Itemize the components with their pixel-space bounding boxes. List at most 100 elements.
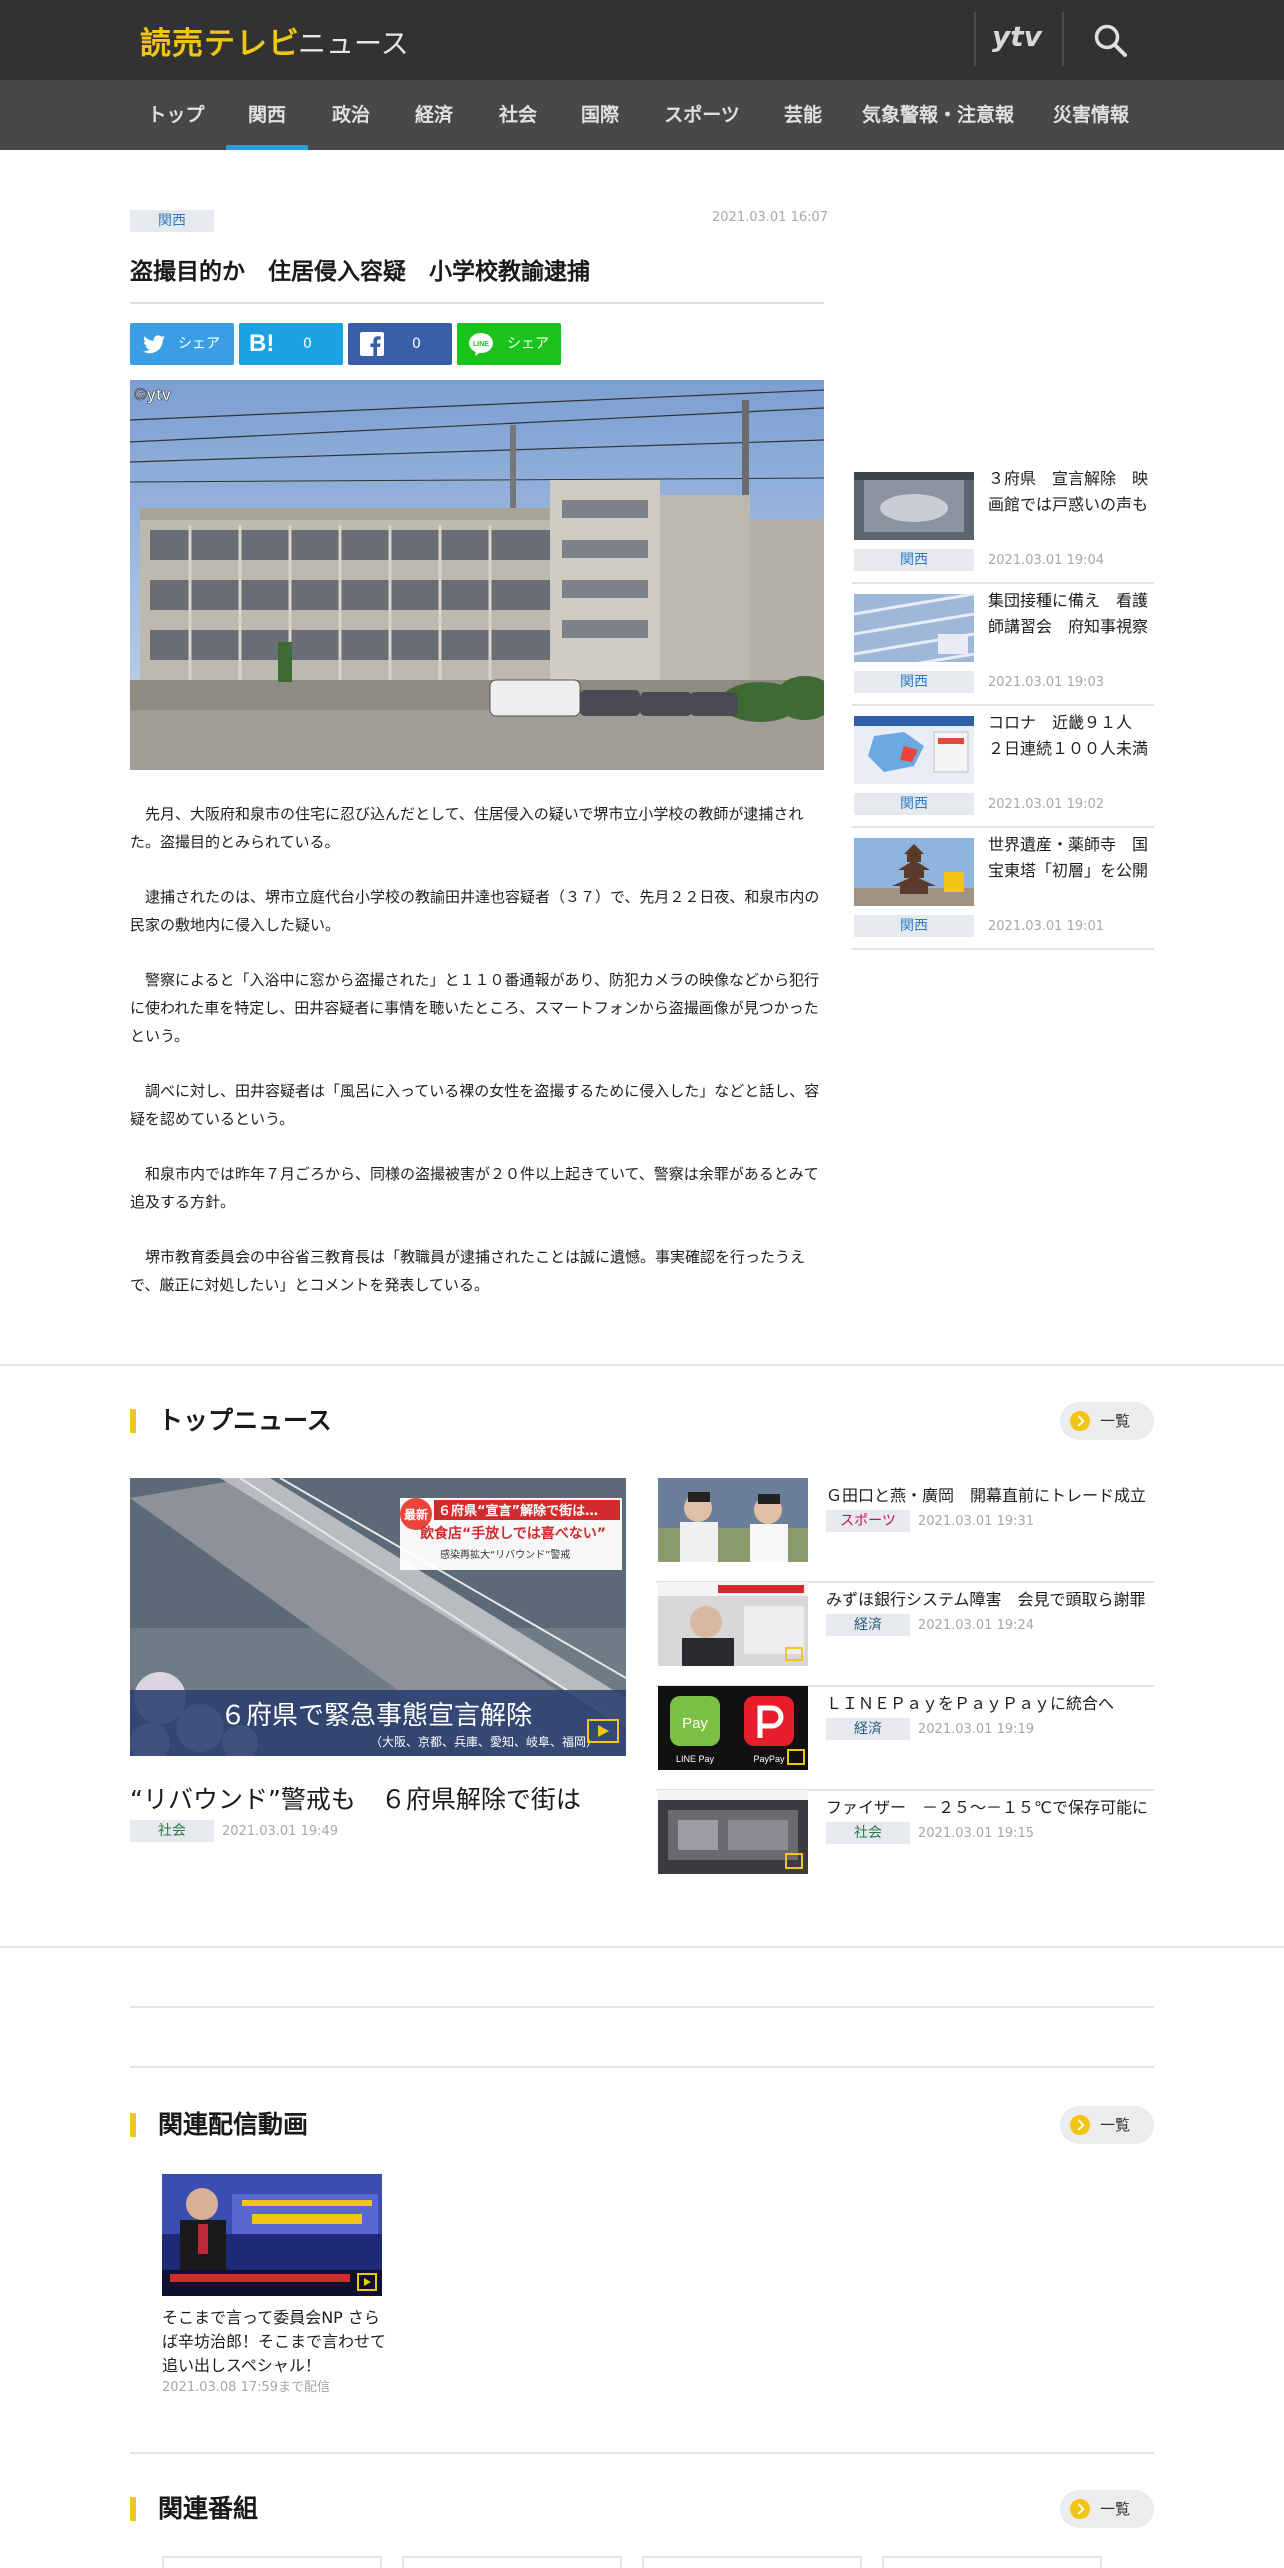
more-label: 一覧	[1100, 1412, 1131, 1430]
paypay-caption: PayPay	[753, 1754, 785, 1764]
article-body: 先月、大阪府和泉市の住宅に忍び込んだとして、住居侵入の疑いで堺市立小学校の教師が…	[130, 800, 824, 1326]
article-title: 盗撮目的か 住居侵入容疑 小学校教諭逮捕	[130, 259, 590, 285]
site-header: 読売テレビ ニュース ytv	[0, 0, 1284, 80]
twitter-share-label: シェア	[178, 336, 220, 352]
search-icon[interactable]	[1092, 22, 1128, 58]
site-logo-sub[interactable]: ニュース	[298, 22, 409, 62]
image-caption: ６府県で緊急事態宣言解除	[220, 1701, 532, 1731]
nav-item-entertainment[interactable]: 芸能	[772, 80, 834, 150]
top-news-title: トップニュース	[158, 1406, 332, 1435]
sidebar-news-date: 2021.03.01 19:03	[988, 675, 1105, 690]
top-news-item-title[interactable]: ファイザー －２５～－１５℃で保存可能に	[826, 1794, 1148, 1818]
sidebar-news-item[interactable]: 集団接種に備え 看護師講習会 府知事視察 関西 2021.03.01 19:03	[852, 584, 1154, 706]
nav-item-sports[interactable]: スポーツ	[658, 80, 746, 150]
sidebar-news-title[interactable]: ３府県 宣言解除 映画館では戸惑いの声も	[988, 466, 1156, 518]
news-thumbnail[interactable]	[854, 594, 974, 662]
news-thumbnail[interactable]	[658, 1582, 808, 1666]
sidebar-news-title[interactable]: 集団接種に備え 看護師講習会 府知事視察	[988, 588, 1156, 640]
article-paragraph: 調べに対し、田井容疑者は「風呂に入っている裸の女性を盗撮するために侵入した」など…	[130, 1082, 820, 1128]
top-news-item-date: 2021.03.01 19:31	[918, 1514, 1035, 1529]
nav-item-society[interactable]: 社会	[488, 80, 548, 150]
related-videos-more-button[interactable]: 一覧	[1060, 2106, 1154, 2144]
top-news-item-category[interactable]: 経済	[826, 1718, 910, 1740]
top-news-main-date: 2021.03.01 19:49	[222, 1824, 339, 1839]
news-thumbnail[interactable]	[658, 1790, 808, 1874]
twitter-icon	[143, 335, 165, 354]
nav-item-politics[interactable]: 政治	[322, 80, 380, 150]
top-news-item-category[interactable]: スポーツ	[826, 1510, 910, 1532]
news-thumbnail[interactable]	[854, 716, 974, 784]
top-news-item[interactable]: みずほ銀行システム障害 会見で頭取ら謝罪 経済 2021.03.01 19:24	[656, 1582, 1154, 1687]
image-banner-line2: 飲食店“手放しでは喜べない”	[419, 1525, 606, 1542]
related-video-thumbnail[interactable]	[162, 2174, 382, 2296]
image-banner-tag: 最新	[404, 1507, 428, 1522]
line-share-button[interactable]: LINE シェア	[457, 323, 561, 365]
top-news-item[interactable]: Pay LINE Pay PayPay ＬＩＮＥＰａｙをＰａｙＰａｙに統合へ 経済 …	[656, 1686, 1154, 1791]
related-video-availability: 2021.03.08 17:59まで配信	[162, 2380, 331, 2395]
facebook-count: 0	[412, 336, 421, 352]
sidebar-news-item[interactable]: 世界遺産・薬師寺 国宝東塔「初層」を公開 関西 2021.03.01 19:01	[852, 828, 1154, 950]
sidebar-news-category[interactable]: 関西	[854, 671, 974, 693]
news-thumbnail[interactable]: Pay LINE Pay PayPay	[658, 1686, 808, 1770]
sidebar-news-title[interactable]: 世界遺産・薬師寺 国宝東塔「初層」を公開	[988, 832, 1156, 884]
nav-item-top[interactable]: トップ	[140, 80, 212, 150]
article-paragraph: 逮捕されたのは、堺市立庭代台小学校の教諭田井達也容疑者（３７）で、先月２２日夜、…	[130, 888, 820, 934]
facebook-share-button[interactable]: 0	[348, 323, 452, 365]
article-photo: ©ytv	[130, 380, 824, 770]
sidebar-news-category[interactable]: 関西	[854, 549, 974, 571]
top-news-main-image[interactable]: 最新 ６府県“宣言”解除で街は… 飲食店“手放しでは喜べない” 感染再拡大“リバ…	[130, 1478, 626, 1756]
sidebar-news-category[interactable]: 関西	[854, 793, 974, 815]
sidebar-news-item[interactable]: コロナ 近畿９１人 ２日連続１００人未満 関西 2021.03.01 19:02	[852, 706, 1154, 828]
line-icon: LINE	[469, 333, 493, 356]
article-category-badge[interactable]: 関西	[130, 210, 214, 232]
nav-item-international[interactable]: 国際	[570, 80, 630, 150]
related-program-card[interactable]	[402, 2556, 622, 2568]
header-divider	[974, 12, 976, 66]
main-nav: トップ 関西 政治 経済 社会 国際 スポーツ 芸能 気象警報・注意報 災害情報	[0, 80, 1284, 150]
image-banner-line3: 感染再拡大“リバウンド”警戒	[440, 1548, 570, 1561]
nav-item-disaster[interactable]: 災害情報	[1042, 80, 1140, 150]
hatena-icon: B!	[249, 330, 275, 357]
top-news-item-title[interactable]: Ｇ田口と燕・廣岡 開幕直前にトレード成立	[826, 1482, 1146, 1506]
section-divider	[0, 1364, 1284, 1366]
news-thumbnail[interactable]	[854, 838, 974, 906]
nav-item-weather-alerts[interactable]: 気象警報・注意報	[862, 80, 1014, 150]
related-programs-more-button[interactable]: 一覧	[1060, 2490, 1154, 2528]
top-news-main-category[interactable]: 社会	[130, 1820, 214, 1842]
chevron-right-icon	[1070, 1411, 1090, 1431]
related-video-title[interactable]: そこまで言って委員会NP さらば辛坊治郎！そこまで言わせて追い出しスペシャル！	[162, 2306, 386, 2378]
section-divider	[0, 1946, 1284, 1948]
top-news-main-title[interactable]: “リバウンド”警戒も ６府県解除で街は	[130, 1780, 581, 1816]
related-program-card[interactable]	[882, 2556, 1102, 2568]
top-news-item[interactable]: Ｇ田口と燕・廣岡 開幕直前にトレード成立 スポーツ 2021.03.01 19:…	[656, 1478, 1154, 1583]
heading-accent-bar	[130, 1409, 136, 1433]
more-label: 一覧	[1100, 2500, 1131, 2518]
related-program-card[interactable]	[162, 2556, 382, 2568]
article-paragraph: 和泉市内では昨年７月ごろから、同様の盗撮被害が２０件以上起きていて、警察は余罪が…	[130, 1165, 819, 1211]
article-paragraph: 堺市教育委員会の中谷省三教育長は「教職員が逮捕されたことは誠に遺憾。事実確認を行…	[130, 1248, 806, 1294]
sidebar-news-title[interactable]: コロナ 近畿９１人 ２日連続１００人未満	[988, 710, 1156, 762]
hatena-bookmark-button[interactable]: B! 0	[239, 323, 343, 365]
line-pay-caption: LINE Pay	[676, 1754, 715, 1764]
twitter-share-button[interactable]: シェア	[130, 323, 234, 365]
image-caption-sub: （大阪、京都、兵庫、愛知、岐阜、福岡）	[370, 1734, 598, 1749]
top-news-more-button[interactable]: 一覧	[1060, 1402, 1154, 1440]
section-divider	[130, 2006, 1154, 2008]
svg-text:LINE: LINE	[473, 341, 489, 348]
site-logo[interactable]: 読売テレビ	[140, 18, 300, 63]
related-program-card[interactable]	[642, 2556, 862, 2568]
ytv-logo-link[interactable]: ytv	[992, 20, 1042, 53]
top-news-item[interactable]: ファイザー －２５～－１５℃で保存可能に 社会 2021.03.01 19:15	[656, 1790, 1154, 1895]
sidebar-news-item[interactable]: ３府県 宣言解除 映画館では戸惑いの声も 関西 2021.03.01 19:04	[852, 462, 1154, 584]
news-thumbnail[interactable]	[854, 472, 974, 540]
line-pay-logo: Pay	[682, 1715, 708, 1732]
top-news-item-category[interactable]: 社会	[826, 1822, 910, 1844]
top-news-item-category[interactable]: 経済	[826, 1614, 910, 1636]
top-news-item-title[interactable]: ＬＩＮＥＰａｙをＰａｙＰａｙに統合へ	[826, 1690, 1114, 1714]
top-news-item-title[interactable]: みずほ銀行システム障害 会見で頭取ら謝罪	[826, 1586, 1146, 1610]
sidebar-news-category[interactable]: 関西	[854, 915, 974, 937]
nav-item-kansai[interactable]: 関西	[226, 80, 308, 150]
sidebar-news-date: 2021.03.01 19:04	[988, 553, 1105, 568]
nav-item-economy[interactable]: 経済	[404, 80, 464, 150]
news-thumbnail[interactable]	[658, 1478, 808, 1562]
